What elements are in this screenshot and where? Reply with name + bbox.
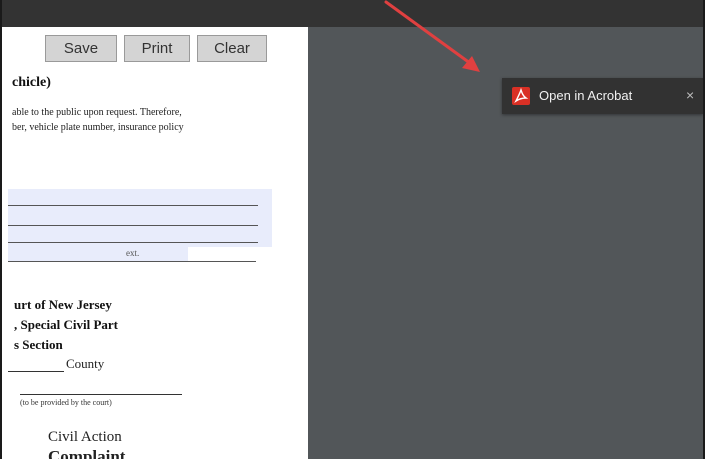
- paragraph-line: ber, vehicle plate number, insurance pol…: [12, 122, 184, 133]
- paragraph-line: able to the public upon request. Therefo…: [12, 107, 182, 118]
- court-name-line: s Section: [14, 337, 63, 352]
- clear-button[interactable]: Clear: [197, 35, 267, 62]
- annotation-arrow: [384, 0, 480, 72]
- ext-label: ext.: [126, 248, 140, 258]
- field-underline: [8, 225, 258, 226]
- complaint-title: Complaint: [48, 447, 126, 459]
- phone-ext-field[interactable]: [8, 245, 188, 261]
- open-in-acrobat-toast[interactable]: Open in Acrobat ×: [502, 78, 703, 114]
- civil-action-label: Civil Action: [48, 429, 122, 445]
- acrobat-pdf-icon: [512, 87, 530, 105]
- field-underline: [8, 242, 258, 243]
- county-input-line[interactable]: [8, 371, 64, 372]
- provided-by-court-note: (to be provided by the court): [20, 398, 112, 407]
- field-underline: [8, 261, 256, 262]
- print-button[interactable]: Print: [124, 35, 190, 62]
- pdf-page: Save Print Clear chicle) able to the pub…: [8, 27, 308, 459]
- court-name-line: urt of New Jersey: [14, 297, 112, 312]
- viewer-toolbar: [2, 0, 703, 27]
- close-icon[interactable]: ×: [686, 87, 694, 103]
- county-label: County: [66, 356, 105, 371]
- section-heading: chicle): [12, 75, 51, 90]
- court-name-line: , Special Civil Part: [14, 317, 118, 332]
- open-in-acrobat-label: Open in Acrobat: [539, 88, 633, 103]
- window-frame-left: [0, 0, 2, 459]
- field-underline: [8, 205, 258, 206]
- docket-input-line[interactable]: [20, 394, 182, 395]
- save-button[interactable]: Save: [45, 35, 117, 62]
- form-field-group[interactable]: [8, 189, 272, 247]
